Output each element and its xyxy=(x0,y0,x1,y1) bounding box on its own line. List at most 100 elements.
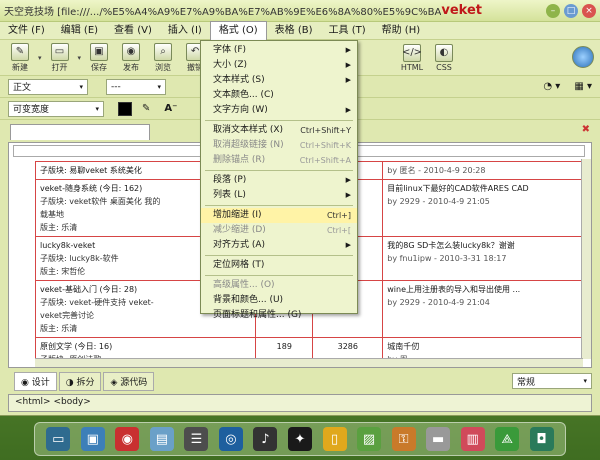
tasks-icon[interactable]: ☰ xyxy=(184,427,209,451)
menu-insert[interactable]: 插入 (I) xyxy=(160,22,210,40)
view-mode-select[interactable]: 常规 ▾ xyxy=(512,373,592,389)
format-menu-item[interactable]: 增加缩进 (I) Ctrl+] xyxy=(201,208,357,223)
font-select-value: --- xyxy=(111,81,121,92)
format-menu-item[interactable]: 定位网格 (T) xyxy=(201,258,357,273)
menu-item-label: 定位网格 (T) xyxy=(213,260,265,270)
magnifier-icon: ⌕ xyxy=(154,42,173,61)
menu-bar: 文件 (F) 编辑 (E) 查看 (V) 插入 (I) 格式 (O) 表格 (B… xyxy=(0,21,600,40)
network-icon[interactable]: ⟁ xyxy=(495,427,520,451)
view-mode-value: 常规 xyxy=(517,377,536,388)
menu-view[interactable]: 查看 (V) xyxy=(106,22,160,40)
last-post-text: by fnu1ipw - 2010-3-31 18:17 xyxy=(387,254,507,263)
browse-button[interactable]: ⌕ 浏览 xyxy=(149,42,177,73)
open-dropdown-arrow-icon[interactable]: ▾ xyxy=(78,54,82,62)
menu-tools[interactable]: 工具 (T) xyxy=(321,22,374,40)
menu-item-label: 大小 (Z) xyxy=(213,60,248,70)
format-menu-item[interactable]: 字体 (F) ▶ xyxy=(201,43,357,58)
format-menu-item[interactable]: 文本样式 (S) ▶ xyxy=(201,73,357,88)
new-button[interactable]: ✎ 新建 xyxy=(6,42,34,73)
close-button[interactable]: × xyxy=(582,3,596,18)
menu-shortcut: Ctrl+Shift+Y xyxy=(300,126,351,135)
menu-item-label: 取消超级链接 (N) xyxy=(213,140,284,150)
audio-icon[interactable]: ♪ xyxy=(253,427,278,451)
css-palette-icon: ◐ xyxy=(435,43,453,62)
penguin-icon[interactable]: ✦ xyxy=(287,427,312,451)
format-menu-item[interactable]: 页面标题和属性... (G) xyxy=(201,308,357,323)
media-player-icon[interactable]: ◎ xyxy=(218,427,243,451)
new-label: 新建 xyxy=(12,62,28,72)
notes-icon[interactable]: ▤ xyxy=(149,427,174,451)
format-menu-item[interactable]: 列表 (L) ▶ xyxy=(201,188,357,203)
window-title: 天空竞技场 [file:///.../%E5%A4%A9%E7%A9%BA%E7… xyxy=(4,7,442,18)
paragraph-style-value: 正文 xyxy=(13,83,32,93)
folder-icon: ▭ xyxy=(50,42,69,61)
publish-button[interactable]: ◉ 发布 xyxy=(117,42,145,73)
width-select[interactable]: 可变宽度 ▾ xyxy=(8,100,104,117)
format-menu-item[interactable]: 文本颜色... (C) xyxy=(201,88,357,103)
menu-item-label: 文本颜色... (C) xyxy=(213,90,274,100)
usb-drive-icon[interactable]: ▬ xyxy=(426,427,451,451)
css-button[interactable]: ◐ CSS xyxy=(430,43,458,72)
document-tab[interactable] xyxy=(10,124,150,140)
format-menu-item[interactable]: 文字方向 (W) ▶ xyxy=(201,103,357,118)
tab-source[interactable]: ◈ 源代码 xyxy=(103,371,155,391)
font-select[interactable]: --- ▾ xyxy=(106,78,166,95)
menu-edit[interactable]: 编辑 (E) xyxy=(53,22,106,40)
menu-table[interactable]: 表格 (B) xyxy=(267,22,321,40)
menu-separator xyxy=(205,205,353,206)
camera-icon[interactable]: ◘ xyxy=(529,427,554,451)
text-color-swatch[interactable] xyxy=(118,101,132,116)
menu-file[interactable]: 文件 (F) xyxy=(0,22,53,40)
format-menu-item[interactable]: 背景和颜色... (U) xyxy=(201,293,357,308)
format-menu-item[interactable]: 大小 (Z) ▶ xyxy=(201,58,357,73)
globe-throbber-icon xyxy=(572,46,594,68)
monitor-icon[interactable]: ▣ xyxy=(80,427,105,451)
menu-help[interactable]: 帮助 (H) xyxy=(374,22,429,40)
insert-table-icon[interactable]: ▦ ▾ xyxy=(574,81,592,92)
tag-path[interactable]: <html> <body> xyxy=(15,397,91,407)
menu-item-label: 增加缩进 (I) xyxy=(213,210,262,220)
last-post-cell[interactable]: 目前linux下最好的CAD软件ARES CAD by 2929 - 2010-4… xyxy=(382,179,591,237)
vertical-scrollbar[interactable] xyxy=(581,159,591,359)
submenu-arrow-icon: ▶ xyxy=(345,191,351,199)
paragraph-style-select[interactable]: 正文 ▾ xyxy=(8,78,88,95)
last-post-text: by 匿名 - 2010-4-9 20:28 xyxy=(387,166,486,175)
font-size-icon[interactable]: A⁻ xyxy=(164,103,177,114)
chevron-down-icon: ▾ xyxy=(157,82,161,91)
tab-split-label: 拆分 xyxy=(76,377,95,388)
open-button[interactable]: ▭ 打开 xyxy=(46,42,74,73)
forum-text: 版主: 乐清 xyxy=(40,324,78,333)
lock-icon[interactable]: ⚿ xyxy=(391,427,416,451)
menu-format[interactable]: 格式 (O) xyxy=(209,21,267,40)
submenu-arrow-icon: ▶ xyxy=(345,46,351,54)
last-post-cell[interactable]: wine上用注册表的导入和导出使用 ... by 2929 - 2010-4-9 … xyxy=(382,280,591,338)
image-viewer-icon[interactable]: ▨ xyxy=(357,427,382,451)
highlight-pen-icon[interactable]: ✎ xyxy=(142,103,150,114)
last-post-cell[interactable]: 我的8G SD卡怎么装lucky8k？谢谢 by fnu1ipw - 2010-3… xyxy=(382,236,591,281)
save-button[interactable]: ▣ 保存 xyxy=(85,42,113,73)
close-tab-icon[interactable]: ✖ xyxy=(582,124,590,135)
brand-logo: veket xyxy=(441,3,482,18)
title-bar: 天空竞技场 [file:///.../%E5%A4%A9%E7%A9%BA%E7… xyxy=(0,0,600,22)
pig-icon[interactable]: ◉ xyxy=(115,427,140,451)
tab-source-label: 源代码 xyxy=(120,377,148,388)
maximize-button[interactable]: □ xyxy=(564,3,578,18)
terminal-icon[interactable]: ▭ xyxy=(46,427,71,451)
format-menu-item[interactable]: 段落 (P) ▶ xyxy=(201,173,357,188)
door-icon[interactable]: ▯ xyxy=(322,427,347,451)
submenu-arrow-icon: ▶ xyxy=(345,76,351,84)
format-menu-item[interactable]: 对齐方式 (A) ▶ xyxy=(201,238,357,253)
tab-design[interactable]: ◉ 设计 xyxy=(14,371,57,391)
horizontal-scrollbar[interactable] xyxy=(35,358,583,367)
format-menu-item[interactable]: 取消文本样式 (X) Ctrl+Shift+Y xyxy=(201,123,357,138)
new-dropdown-arrow-icon[interactable]: ▾ xyxy=(38,54,42,62)
minimize-button[interactable]: – xyxy=(546,3,560,18)
tab-split[interactable]: ◑ 拆分 xyxy=(58,371,102,391)
last-post-cell[interactable]: by 匿名 - 2010-4-9 20:28 xyxy=(382,161,591,180)
align-controls-icon[interactable]: ◔ ▾ xyxy=(543,81,560,92)
chevron-down-icon: ▾ xyxy=(79,82,83,91)
html-button[interactable]: </> HTML xyxy=(398,43,426,72)
forum-text: 原创文学 (今日: 16) xyxy=(40,342,113,351)
archive-icon[interactable]: ▥ xyxy=(460,427,485,451)
submenu-arrow-icon: ▶ xyxy=(345,61,351,69)
